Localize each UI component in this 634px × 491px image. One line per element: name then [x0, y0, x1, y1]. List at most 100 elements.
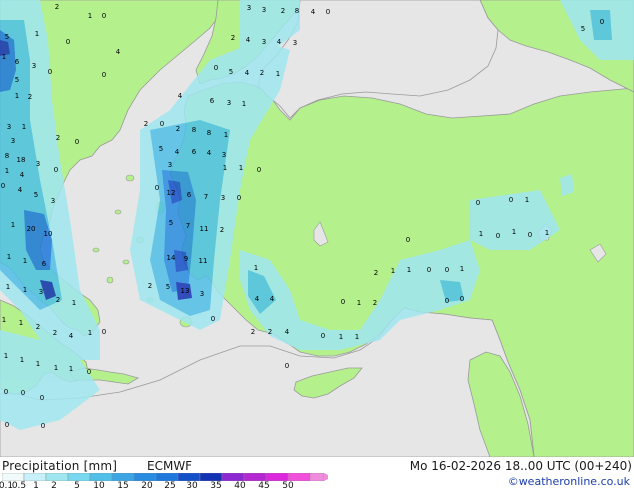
precip-value-label: 2: [36, 323, 40, 331]
scale-swatch: [309, 473, 325, 481]
precip-value-label: 3: [168, 161, 172, 169]
precip-value-label: 6: [210, 97, 215, 105]
precip-value-label: 1: [36, 360, 40, 368]
precip-value-label: 1: [407, 266, 411, 274]
scale-swatch: [23, 473, 47, 481]
precip-value-label: 5: [169, 219, 173, 227]
precip-value-label: 1: [479, 230, 483, 238]
precip-value-label: 11: [199, 257, 208, 265]
precip-value-label: 0: [285, 362, 289, 370]
precip-value-label: 0: [40, 394, 44, 402]
precip-value-label: 5: [15, 76, 19, 84]
precip-value-label: 1: [88, 329, 92, 337]
precip-value-label: 7: [186, 222, 190, 230]
precip-value-label: 12: [167, 189, 176, 197]
chart-title: Precipitation [mm]: [2, 459, 118, 473]
precip-value-label: 4: [245, 69, 250, 77]
precip-value-label: 3: [293, 39, 297, 47]
precip-value-label: 1: [69, 365, 73, 373]
footer: Precipitation [mm] ECMWF Mo 16-02-2026 1…: [0, 457, 634, 491]
precip-value-label: 1: [4, 352, 8, 360]
precip-value-label: 7: [204, 193, 208, 201]
scale-swatch: [89, 473, 113, 481]
precip-value-label: 1: [11, 221, 15, 229]
precip-value-label: 2: [251, 328, 255, 336]
valid-time: Mo 16-02-2026 18..00 UTC (00+240): [409, 459, 632, 473]
precip-value-label: 1: [223, 164, 227, 172]
precip-value-label: 6: [187, 191, 192, 199]
precip-value-label: 1: [339, 333, 343, 341]
precip-value-label: 8: [207, 129, 211, 137]
precip-value-label: 2: [281, 7, 285, 15]
precip-value-label: 0: [48, 68, 52, 76]
precip-value-label: 0: [41, 422, 45, 430]
precip-value-label: 1: [460, 265, 464, 273]
precip-value-label: 0: [102, 71, 106, 79]
precip-value-label: 1: [525, 196, 529, 204]
precip-value-label: 3: [32, 62, 36, 70]
precip-value-label: 0: [237, 194, 241, 202]
precip-value-label: 3: [11, 137, 15, 145]
precip-value-label: 2: [220, 226, 224, 234]
precip-value-label: 1: [2, 316, 6, 324]
scale-swatch: [221, 473, 245, 481]
scale-swatch: [67, 473, 91, 481]
credit-link[interactable]: ©weatheronline.co.uk: [508, 475, 630, 488]
precip-value-label: 0: [211, 315, 215, 323]
precip-value-label: 2: [56, 134, 60, 142]
precip-value-label: 1: [15, 92, 19, 100]
precip-value-label: 2: [260, 69, 264, 77]
precipitation-map: 2103328400551042434316300542150124631312…: [0, 0, 634, 457]
precip-value-label: 3: [221, 194, 225, 202]
precip-value-label: 0: [528, 231, 532, 239]
scale-swatch: [133, 473, 157, 481]
precip-value-label: 4: [175, 148, 180, 156]
precip-value-label: 5: [166, 283, 170, 291]
precip-value-label: 4: [246, 36, 251, 44]
precip-value-label: 1: [72, 299, 76, 307]
precip-value-label: 1: [224, 131, 228, 139]
precip-value-label: 0: [427, 266, 431, 274]
precip-value-label: 5: [159, 145, 163, 153]
precip-value-label: 3: [39, 288, 43, 296]
scale-swatch: [243, 473, 267, 481]
precip-value-label: 2: [268, 328, 272, 336]
model-name: ECMWF: [147, 459, 193, 473]
precip-value-label: 0: [155, 184, 159, 192]
precip-value-label: 2: [144, 120, 148, 128]
precip-value-label: 4: [255, 295, 260, 303]
scale-swatch: [177, 473, 201, 481]
precip-value-label: 1: [357, 299, 361, 307]
precip-value-label: 8: [192, 126, 196, 134]
color-scale: [2, 473, 328, 481]
precip-value-label: 3: [227, 99, 231, 107]
precip-value-label: 2: [231, 34, 235, 42]
precip-value-label: 5: [229, 68, 233, 76]
scale-arrow: [324, 473, 328, 481]
precip-value-label: 8: [5, 152, 9, 160]
precip-value-label: 5: [34, 191, 38, 199]
scale-swatch: [287, 473, 311, 481]
precip-value-label: 0: [21, 389, 25, 397]
precip-value-label: 3: [51, 197, 55, 205]
precip-value-label: 3: [200, 290, 204, 298]
precip-value-label: 1: [239, 164, 243, 172]
precip-value-label: 0: [214, 64, 218, 72]
precip-value-label: 0: [445, 297, 449, 305]
precip-value-label: 6: [15, 58, 20, 66]
precip-value-label: 4: [178, 92, 183, 100]
precip-value-label: 0: [326, 8, 330, 16]
precip-value-label: 1: [19, 319, 23, 327]
precip-value-label: 6: [192, 148, 197, 156]
precip-value-label: 0: [5, 421, 9, 429]
precip-value-label: 2: [56, 296, 60, 304]
precip-value-label: 1: [35, 30, 39, 38]
precip-value-label: 2: [55, 3, 59, 11]
precip-value-label: 3: [262, 6, 266, 14]
precip-value-label: 10: [44, 230, 53, 238]
precip-value-label: 0: [406, 236, 410, 244]
precip-value-label: 2: [374, 269, 378, 277]
precip-value-label: 3: [7, 123, 11, 131]
precip-value-label: 2: [28, 93, 32, 101]
scale-swatch: [111, 473, 135, 481]
